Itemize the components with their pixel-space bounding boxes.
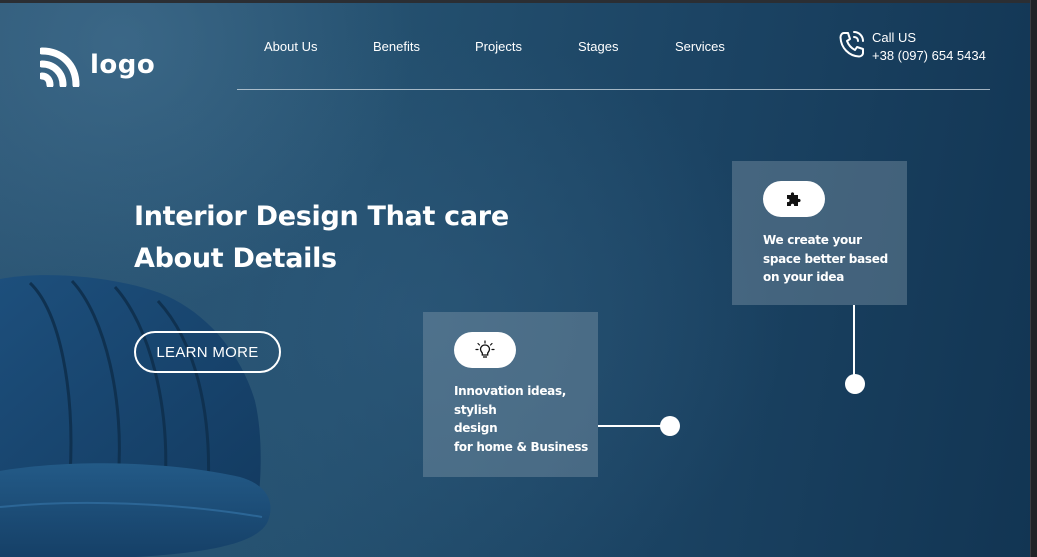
brand-logo[interactable]: logo bbox=[40, 47, 155, 87]
hero-section: logo About Us Benefits Projects Stages S… bbox=[0, 3, 1030, 557]
card-line: for home & Business bbox=[454, 439, 589, 454]
learn-more-button[interactable]: LEARN MORE bbox=[134, 331, 281, 373]
phone-call-icon bbox=[839, 31, 864, 58]
nav-item-about-us[interactable]: About Us bbox=[264, 39, 317, 54]
feature-card-innovation: Innovation ideas, stylish design for hom… bbox=[423, 312, 598, 477]
nav-item-stages[interactable]: Stages bbox=[578, 39, 618, 54]
card-line: Innovation ideas, bbox=[454, 384, 567, 398]
card-line: We create your bbox=[763, 233, 862, 247]
puzzle-icon bbox=[787, 192, 801, 206]
card-icon-pill bbox=[763, 181, 825, 217]
nav-item-services[interactable]: Services bbox=[675, 39, 725, 54]
connector-dot bbox=[845, 374, 865, 394]
lightbulb-icon bbox=[475, 340, 495, 358]
nav-item-projects[interactable]: Projects bbox=[475, 39, 522, 54]
card-connector-line bbox=[853, 305, 855, 385]
card-description: Innovation ideas, stylish design for hom… bbox=[454, 382, 589, 456]
logo-text: logo bbox=[90, 50, 156, 80]
card-line: design bbox=[454, 421, 498, 435]
connector-dot bbox=[660, 416, 680, 436]
headline-line-2: About Details bbox=[134, 243, 337, 274]
headline-line-1: Interior Design That care bbox=[134, 201, 509, 232]
nav-item-benefits[interactable]: Benefits bbox=[373, 39, 420, 54]
window-edge bbox=[1030, 0, 1037, 557]
feature-card-idea: We create your space better based on you… bbox=[732, 161, 907, 305]
card-icon-pill bbox=[454, 332, 516, 368]
card-line: space better based bbox=[763, 251, 888, 266]
phone-number[interactable]: +38 (097) 654 5434 bbox=[872, 47, 986, 65]
card-connector-line bbox=[598, 425, 662, 427]
card-line: stylish bbox=[454, 402, 497, 417]
card-description: We create your space better based on you… bbox=[763, 231, 888, 287]
call-us[interactable]: Call US +38 (097) 654 5434 bbox=[838, 29, 986, 65]
armchair-illustration bbox=[0, 275, 271, 557]
hero-headline: Interior Design That care About Details bbox=[134, 196, 554, 280]
call-us-label: Call US bbox=[872, 30, 917, 45]
card-line: on your idea bbox=[763, 270, 845, 284]
logo-icon bbox=[40, 47, 80, 87]
